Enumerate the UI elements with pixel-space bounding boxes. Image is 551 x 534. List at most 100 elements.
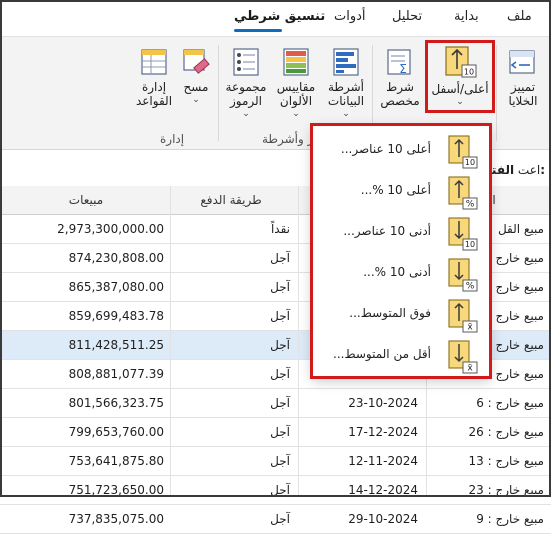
tab-conditional-format[interactable]: تنسيق شرطي — [234, 9, 325, 24]
color-scales-button[interactable]: مقاييس الألوان ⌄ — [272, 47, 320, 119]
svg-text:10: 10 — [465, 158, 475, 167]
menu-item-above-average[interactable]: فوق المتوسط... x̄ — [313, 294, 489, 336]
period-value: اعت — [517, 163, 541, 177]
svg-text:10: 10 — [464, 68, 474, 77]
header-payment[interactable]: طريقة الدفع — [172, 186, 298, 215]
menu-item-label: فوق المتوسط... — [349, 306, 431, 320]
cell-payment: نقداً — [270, 222, 290, 236]
menu-item-label: أدنى 10 %... — [363, 265, 431, 279]
chevron-down-icon: ⌄ — [242, 109, 250, 119]
svg-text:%: % — [466, 200, 475, 210]
custom-condition-label-1: شرط — [386, 80, 414, 94]
data-bars-label-1: أشرطة — [328, 80, 364, 94]
menu-item-top-10-items[interactable]: أعلى 10 عناصر... 10 — [313, 130, 489, 172]
tab-file[interactable]: ملف — [507, 9, 532, 24]
cell-sales: 751,723,650.00 — [68, 483, 164, 497]
icon-sets-label-2: الرموز — [229, 94, 263, 108]
cell-payment: آجل — [270, 454, 290, 468]
cell-payment: آجل — [270, 512, 290, 526]
cell-payment: آجل — [270, 309, 290, 323]
cell-name: مبيع خارج : 9 — [476, 512, 544, 526]
cell-date: 14-12-2024 — [348, 483, 418, 497]
cell-name: مبيع خارج : 23 — [468, 483, 544, 497]
cell-sales: 753,641,875.80 — [68, 454, 164, 468]
table-row[interactable]: 801,566,323.75 آجل 23-10-2024 مبيع خارج : 6 — [0, 389, 551, 418]
cell-payment: آجل — [270, 338, 290, 352]
chevron-down-icon: ⌄ — [192, 95, 200, 105]
svg-text:10: 10 — [465, 240, 475, 249]
group-label-rules-bars: ر وأشرطة — [262, 132, 314, 146]
header-sales[interactable]: مبيعات — [8, 186, 168, 215]
color-scales-label-1: مقاييس — [276, 80, 316, 94]
color-scales-label-2: الألوان — [279, 94, 313, 108]
highlight-cells-label-1: تمييز — [510, 80, 536, 94]
chevron-down-icon: ⌄ — [342, 109, 350, 119]
cell-date: 29-10-2024 — [348, 512, 418, 526]
data-bars-button[interactable]: أشرطة البيانات ⌄ — [322, 47, 370, 119]
cell-sales: 2,973,300,000.00 — [57, 222, 164, 236]
top-bottom-button[interactable]: 10 أعلى/أسفل ⌄ — [428, 45, 492, 107]
cell-sales: 811,428,511.25 — [68, 338, 164, 352]
manage-rules-icon — [141, 49, 167, 75]
custom-condition-label-2: مخصص — [380, 94, 420, 108]
manage-rules-button[interactable]: إدارة القواعد — [132, 47, 176, 108]
bottom-10-items-icon: 10 — [447, 217, 481, 251]
above-average-icon: x̄ — [447, 299, 481, 333]
tab-analysis[interactable]: تحليل — [392, 9, 422, 24]
icon-sets-label-1: مجموعة — [225, 80, 267, 94]
cell-sales: 859,699,483.78 — [68, 309, 164, 323]
menu-item-bottom-10-percent[interactable]: أدنى 10 %...% — [313, 253, 489, 295]
table-row[interactable]: 737,835,075.00 آجل 29-10-2024 مبيع خارج : 9 — [0, 505, 551, 534]
manage-rules-label-1: إدارة — [141, 80, 167, 94]
svg-text:Σ: Σ — [399, 62, 407, 76]
group-label-manage: إدارة — [160, 132, 185, 146]
top-bottom-dropdown-menu: أعلى 10 عناصر... 10 أعلى 10 %...% أدنى 10 ع… — [312, 125, 490, 377]
cell-sales: 874,230,808.00 — [68, 251, 164, 265]
cell-payment: آجل — [270, 251, 290, 265]
icon-sets-button[interactable]: مجموعة الرموز ⌄ — [222, 47, 270, 119]
highlight-cells-button[interactable]: تمييز الخلايا — [500, 47, 546, 108]
tab-home[interactable]: بداية — [454, 9, 479, 24]
clear-button[interactable]: مسح ⌄ — [176, 47, 216, 105]
cell-payment: آجل — [270, 483, 290, 497]
svg-text:x̄: x̄ — [467, 323, 473, 333]
cell-date: 17-12-2024 — [348, 425, 418, 439]
highlight-cells-label-2: الخلايا — [508, 94, 538, 108]
menu-item-below-average[interactable]: أقل من المتوسط... x̄ — [313, 335, 489, 377]
active-tab-indicator — [234, 29, 282, 32]
top-bottom-icon: 10 — [445, 46, 477, 78]
cell-payment: آجل — [270, 425, 290, 439]
below-average-icon: x̄ — [447, 340, 481, 374]
data-bars-label-2: البيانات — [327, 94, 365, 108]
top-bottom-label: أعلى/أسفل — [431, 82, 489, 96]
cell-payment: آجل — [270, 396, 290, 410]
svg-text:%: % — [466, 282, 475, 292]
cell-payment: آجل — [270, 367, 290, 381]
tab-tools[interactable]: أدوات — [334, 9, 366, 24]
column-divider — [298, 186, 299, 497]
menu-item-label: أعلى 10 عناصر... — [340, 142, 431, 156]
menu-item-label: أقل من المتوسط... — [333, 347, 431, 361]
menu-item-label: أدنى 10 عناصر... — [343, 224, 431, 238]
manage-rules-label-2: القواعد — [135, 94, 173, 108]
icon-sets-icon — [233, 48, 259, 76]
cell-sales: 737,835,075.00 — [68, 512, 164, 526]
menu-item-bottom-10-items[interactable]: أدنى 10 عناصر... 10 — [313, 212, 489, 254]
chevron-down-icon: ⌄ — [456, 97, 464, 107]
cell-payment: آجل — [270, 280, 290, 294]
custom-condition-button[interactable]: Σ شرط مخصص — [376, 47, 424, 108]
clear-label: مسح — [183, 80, 209, 94]
menu-item-top-10-percent[interactable]: أعلى 10 %...% — [313, 171, 489, 213]
table-row[interactable]: 751,723,650.00 آجل 14-12-2024 مبيع خارج : 2… — [0, 476, 551, 505]
chevron-down-icon: ⌄ — [292, 109, 300, 119]
cell-name: مبيع خارج : 6 — [476, 396, 544, 410]
cell-sales: 865,387,080.00 — [68, 280, 164, 294]
cell-sales: 799,653,760.00 — [68, 425, 164, 439]
menu-tabs: ملف بداية تحليل أدوات تنسيق شرطي — [0, 0, 551, 36]
svg-text:x̄: x̄ — [467, 364, 473, 374]
table-row[interactable]: 799,653,760.00 آجل 17-12-2024 مبيع خارج : 2… — [0, 418, 551, 447]
cell-date: 23-10-2024 — [348, 396, 418, 410]
eraser-icon — [183, 49, 210, 74]
table-row[interactable]: 753,641,875.80 آجل 12-11-2024 مبيع خارج : 1… — [0, 447, 551, 476]
custom-condition-icon: Σ — [387, 49, 411, 76]
